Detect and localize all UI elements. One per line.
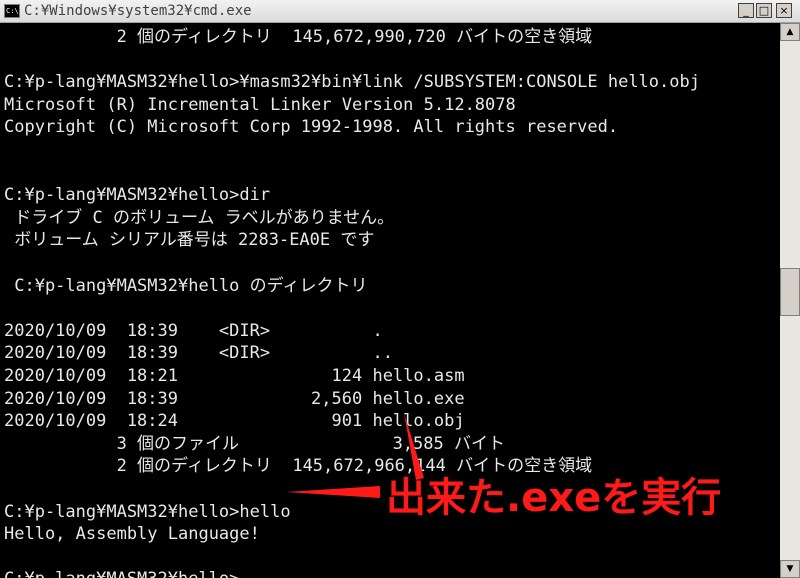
- arrow-to-exe-icon: [404, 413, 424, 480]
- annotation-label: 出来た.exeを実行: [386, 475, 722, 521]
- cmd-window: C:\ C:¥Windows¥system32¥cmd.exe _ □ × 2 …: [0, 0, 800, 578]
- arrow-to-command-icon: [286, 486, 380, 498]
